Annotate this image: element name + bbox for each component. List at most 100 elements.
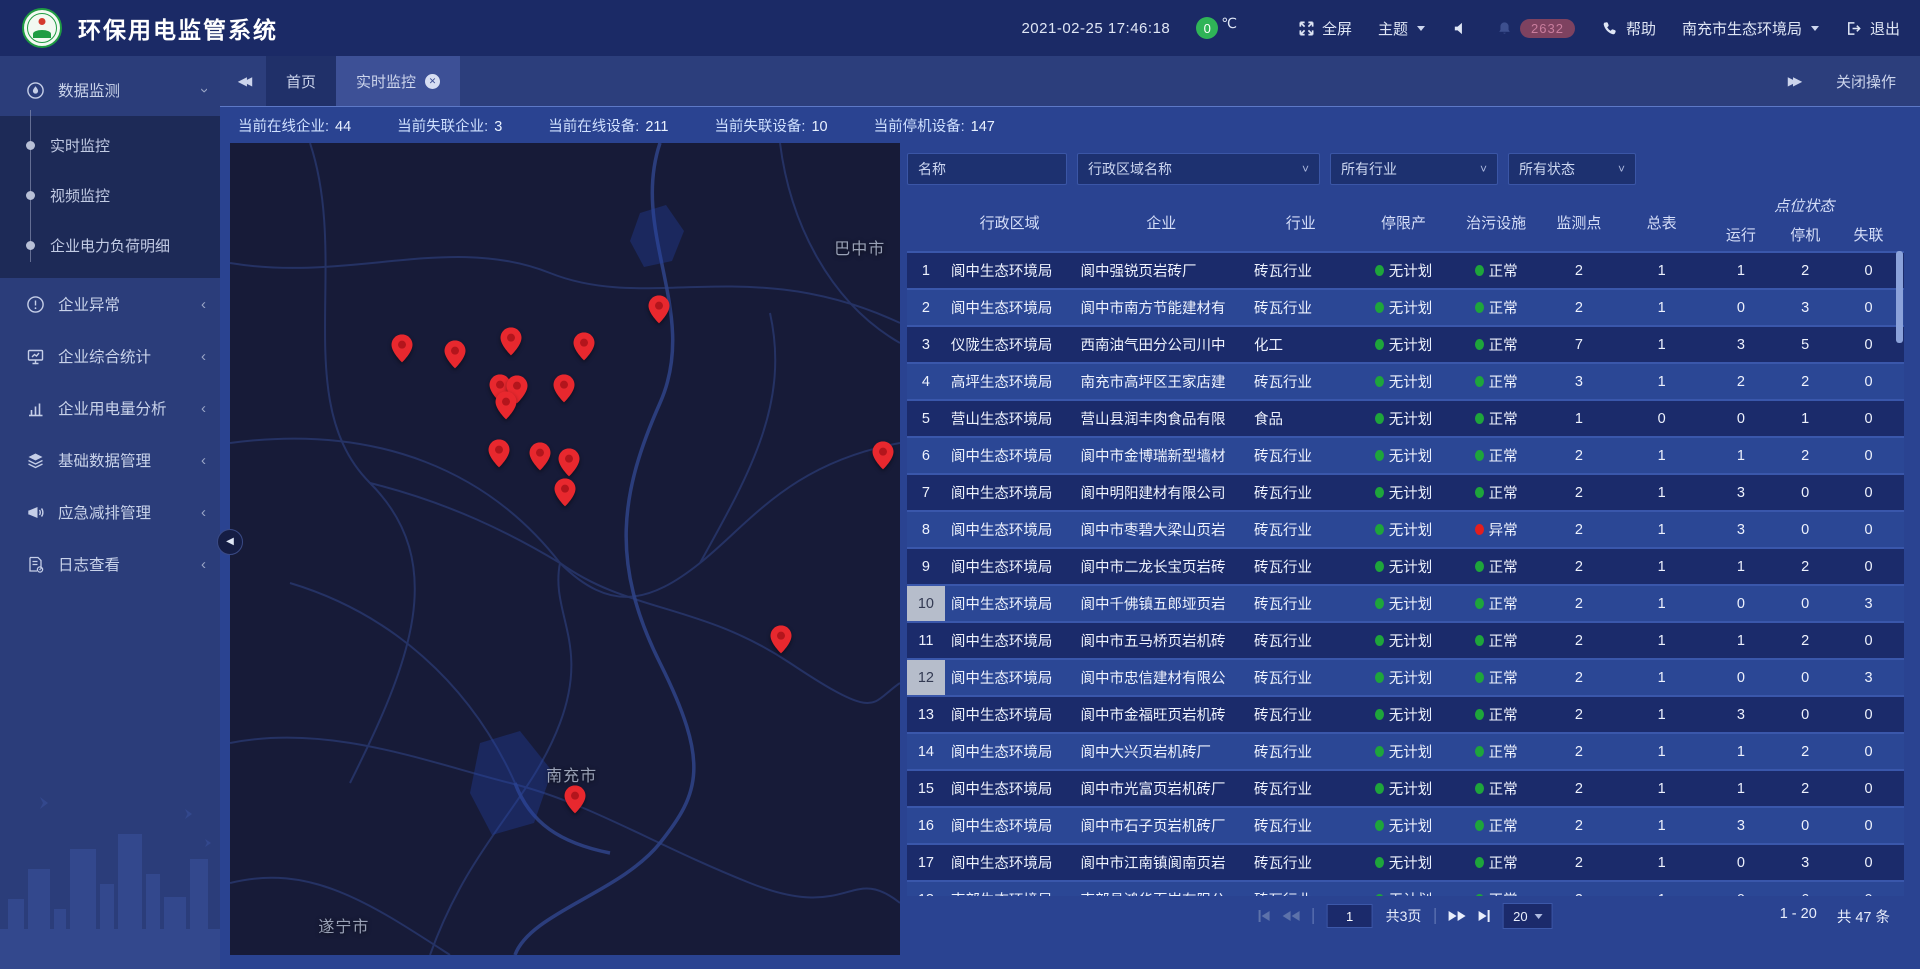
cell-running: 3: [1705, 327, 1778, 362]
map-marker[interactable]: [488, 439, 509, 467]
enterprise-panel: 行政区域名称 ˅ 所有行业 ˅ 所有状态 ˅ 行政区域 企业: [907, 143, 1904, 955]
cell-production-status: 无计划: [1354, 808, 1454, 843]
chevron-down-icon: [1811, 26, 1819, 31]
column-header-points: 监测点: [1539, 193, 1619, 251]
page-size-select[interactable]: 20: [1503, 903, 1553, 929]
table-row[interactable]: 17 阆中生态环境局 阆中市江南镇阆南页岩 砖瓦行业 无计划 正常 2 1 0 …: [907, 843, 1904, 880]
cell-index: 17: [907, 845, 945, 880]
theme-dropdown[interactable]: 主题: [1378, 18, 1425, 39]
cell-company: 阆中市二龙长宝页岩砖: [1074, 549, 1247, 584]
sidebar-item[interactable]: 基础数据管理 ‹: [0, 434, 220, 486]
tab-close-icon[interactable]: ✕: [425, 74, 440, 89]
sidebar-item[interactable]: 企业用电量分析 ‹: [0, 382, 220, 434]
last-page-button[interactable]: [1478, 910, 1490, 922]
table-row[interactable]: 15 阆中生态环境局 阆中市光富页岩机砖厂 砖瓦行业 无计划 正常 2 1 1 …: [907, 769, 1904, 806]
table-row[interactable]: 16 阆中生态环境局 阆中市石子页岩机砖厂 砖瓦行业 无计划 正常 2 1 3 …: [907, 806, 1904, 843]
cell-total-meters: 1: [1619, 734, 1705, 769]
sidebar-subitem[interactable]: 视频监控: [0, 170, 220, 220]
map-marker[interactable]: [501, 327, 522, 355]
sidebar-item[interactable]: 日志查看 ‹: [0, 538, 220, 590]
previous-page-button[interactable]: [1283, 911, 1300, 921]
table-row[interactable]: 8 阆中生态环境局 阆中市枣碧大梁山页岩 砖瓦行业 无计划 异常 2 1 3 0…: [907, 510, 1904, 547]
tab-home[interactable]: 首页: [266, 56, 336, 106]
map-marker[interactable]: [648, 295, 669, 323]
cell-facility-status: 正常: [1453, 549, 1539, 584]
status-dot-icon: [1375, 413, 1384, 424]
table-row[interactable]: 3 仪陇生态环境局 西南油气田分公司川中 化工 无计划 正常 7 1 3 5 0: [907, 325, 1904, 362]
temperature-badge: 0: [1196, 17, 1218, 39]
status-dot-icon: [1475, 524, 1484, 535]
cell-total-meters: 1: [1619, 253, 1705, 288]
map-marker[interactable]: [529, 442, 550, 470]
industry-filter-select[interactable]: 所有行业 ˅: [1330, 153, 1498, 185]
status-dot-icon: [1375, 672, 1384, 683]
table-row[interactable]: 5 营山生态环境局 营山县润丰肉食品有限 食品 无计划 正常 1 0 0 1 0: [907, 399, 1904, 436]
logout-button[interactable]: 退出: [1845, 18, 1900, 39]
name-filter-input[interactable]: [907, 153, 1067, 185]
organization-dropdown[interactable]: 南充市生态环境局: [1682, 18, 1819, 39]
cell-facility-status: 正常: [1453, 438, 1539, 473]
table-row[interactable]: 6 阆中生态环境局 阆中市金博瑞新型墙材 砖瓦行业 无计划 正常 2 1 1 2…: [907, 436, 1904, 473]
map-marker[interactable]: [873, 442, 894, 470]
cell-industry: 砖瓦行业: [1248, 808, 1354, 843]
temperature: 0 ℃: [1196, 17, 1237, 39]
table-row[interactable]: 13 阆中生态环境局 阆中市金福旺页岩机砖 砖瓦行业 无计划 正常 2 1 3 …: [907, 695, 1904, 732]
next-page-button[interactable]: [1448, 911, 1465, 921]
map-marker[interactable]: [573, 333, 594, 361]
map-marker[interactable]: [554, 374, 575, 402]
sidebar-item[interactable]: 数据监测 ‹: [0, 64, 220, 116]
table-row[interactable]: 9 阆中生态环境局 阆中市二龙长宝页岩砖 砖瓦行业 无计划 正常 2 1 1 2…: [907, 547, 1904, 584]
region-filter-select[interactable]: 行政区域名称 ˅: [1077, 153, 1320, 185]
map-marker[interactable]: [565, 785, 586, 813]
map-marker[interactable]: [496, 391, 517, 419]
fullscreen-button[interactable]: 全屏: [1297, 18, 1352, 39]
sound-button[interactable]: [1451, 19, 1469, 37]
bullet-dot-icon: [26, 241, 35, 250]
table-row[interactable]: 1 阆中生态环境局 阆中强锐页岩砖厂 砖瓦行业 无计划 正常 2 1 1 2 0: [907, 251, 1904, 288]
sidebar-submenu: 实时监控 视频监控 企业电力负荷明细: [0, 116, 220, 278]
status-dot-icon: [1375, 857, 1384, 868]
table-row[interactable]: 7 阆中生态环境局 阆中明阳建材有限公司 砖瓦行业 无计划 正常 2 1 3 0…: [907, 473, 1904, 510]
cell-total-meters: 1: [1619, 290, 1705, 325]
tabs-scroll-left-button[interactable]: ◀◀: [220, 56, 266, 106]
first-page-button[interactable]: [1258, 910, 1270, 922]
sidebar-subitem[interactable]: 企业电力负荷明细: [0, 220, 220, 270]
map-marker[interactable]: [392, 334, 413, 362]
close-operations-button[interactable]: 关闭操作: [1836, 71, 1896, 92]
cell-total-meters: 1: [1619, 771, 1705, 806]
tabs-scroll-right-button[interactable]: ▶▶: [1770, 74, 1816, 88]
sidebar-item[interactable]: 企业综合统计 ‹: [0, 330, 220, 382]
chevron-down-icon: ˅: [1618, 162, 1625, 176]
status-dot-icon: [1375, 302, 1384, 313]
table-row[interactable]: 2 阆中生态环境局 阆中市南方节能建材有 砖瓦行业 无计划 正常 2 1 0 3…: [907, 288, 1904, 325]
table-row[interactable]: 12 阆中生态环境局 阆中市忠信建材有限公 砖瓦行业 无计划 正常 2 1 0 …: [907, 658, 1904, 695]
tab-realtime-monitor[interactable]: 实时监控 ✕: [336, 56, 460, 106]
status-dot-icon: [1375, 339, 1384, 350]
table-row[interactable]: 10 阆中生态环境局 阆中千佛镇五郎垭页岩 砖瓦行业 无计划 正常 2 1 0 …: [907, 584, 1904, 621]
status-dot-icon: [1475, 487, 1484, 498]
map-marker[interactable]: [555, 478, 576, 506]
notification-count-badge: 2632: [1520, 19, 1575, 38]
table-scrollbar-thumb[interactable]: [1896, 251, 1903, 343]
map-marker[interactable]: [445, 341, 466, 369]
table-row[interactable]: 14 阆中生态环境局 阆中大兴页岩机砖厂 砖瓦行业 无计划 正常 2 1 1 2…: [907, 732, 1904, 769]
help-button[interactable]: 帮助: [1601, 18, 1656, 39]
table-row[interactable]: 18 南部生态环境局 南部县鸿华页岩有限公 砖瓦行业 无计划 正常 2 1 0 …: [907, 880, 1904, 896]
panel-collapse-handle[interactable]: ◀: [217, 529, 243, 555]
sidebar-item[interactable]: 企业异常 ‹: [0, 278, 220, 330]
sidebar-item-label: 数据监测: [58, 79, 120, 101]
page-number-input[interactable]: [1327, 904, 1373, 928]
table-row[interactable]: 4 高坪生态环境局 南充市高坪区王家店建 砖瓦行业 无计划 正常 3 1 2 2…: [907, 362, 1904, 399]
status-filter-select[interactable]: 所有状态 ˅: [1508, 153, 1636, 185]
map-marker[interactable]: [559, 449, 580, 477]
cell-production-status: 无计划: [1354, 660, 1454, 695]
sidebar-item[interactable]: 应急减排管理 ‹: [0, 486, 220, 538]
notifications-button[interactable]: 2632: [1495, 19, 1575, 38]
cell-production-status: 无计划: [1354, 882, 1454, 896]
map-marker[interactable]: [771, 625, 792, 653]
map-canvas[interactable]: 巴中市 南充市 遂宁市: [230, 143, 900, 955]
sidebar-subitem[interactable]: 实时监控: [0, 120, 220, 170]
table-row[interactable]: 11 阆中生态环境局 阆中市五马桥页岩机砖 砖瓦行业 无计划 正常 2 1 1 …: [907, 621, 1904, 658]
cell-region: 阆中生态环境局: [945, 845, 1075, 880]
cell-production-status: 无计划: [1354, 512, 1454, 547]
